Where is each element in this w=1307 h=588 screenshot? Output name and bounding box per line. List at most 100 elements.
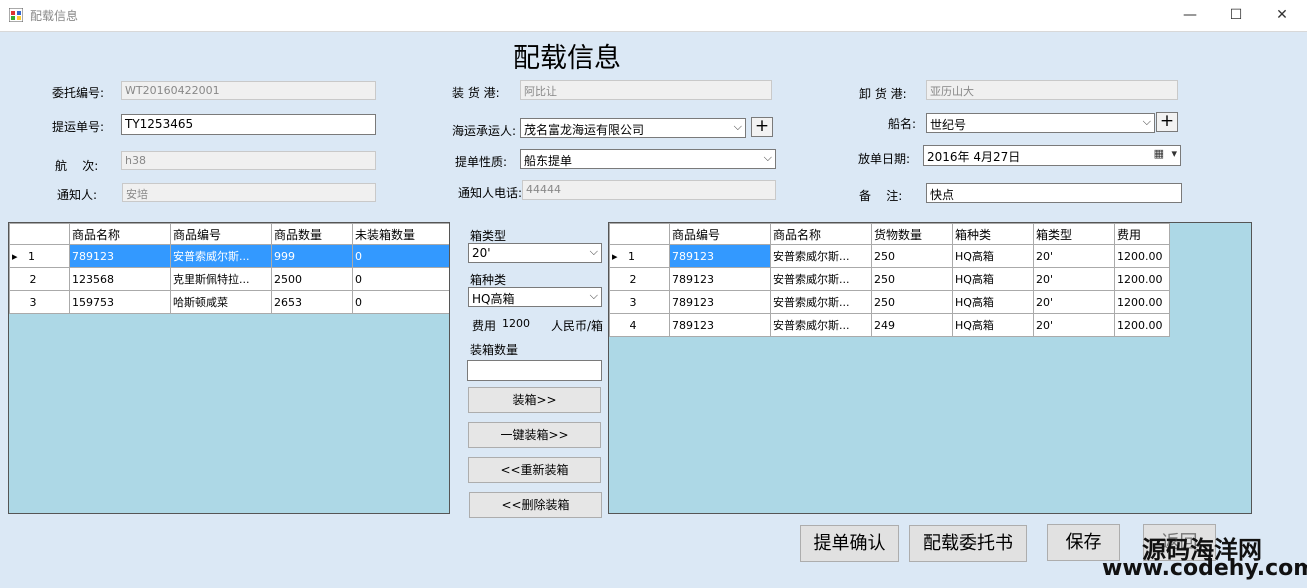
cell[interactable]: 1200.00 bbox=[1114, 244, 1170, 268]
discharge-port-field[interactable]: 亚历山大 bbox=[926, 80, 1178, 100]
row-header[interactable]: ▸ 1 bbox=[609, 244, 670, 268]
entrust-no-field[interactable]: WT20160422001 bbox=[121, 81, 376, 100]
carrier-value: 茂名富龙海运有限公司 bbox=[524, 123, 645, 137]
cell[interactable]: 999 bbox=[271, 244, 353, 268]
row-header[interactable]: 2 bbox=[9, 267, 70, 291]
packed-grid[interactable]: 商品编号 商品名称 货物数量 箱种类 箱类型 费用 ▸ 1 789123 安普索… bbox=[608, 222, 1252, 514]
cell[interactable]: 250 bbox=[871, 267, 953, 291]
add-ship-button[interactable]: + bbox=[1156, 112, 1178, 132]
notify-field[interactable]: 安培 bbox=[122, 183, 376, 202]
qty-label: 装箱数量 bbox=[470, 343, 519, 357]
header-goods-code[interactable]: 商品编号 bbox=[170, 223, 272, 245]
window-title: 配载信息 bbox=[30, 9, 79, 23]
cell[interactable]: 安普索威尔斯... bbox=[770, 290, 872, 314]
ship-value: 世纪号 bbox=[930, 118, 967, 132]
row-header[interactable]: ▸ 1 bbox=[9, 244, 70, 268]
entrust-no-label: 委托编号: bbox=[52, 86, 105, 100]
cell[interactable]: 20' bbox=[1033, 244, 1115, 268]
cell[interactable]: 0 bbox=[352, 244, 449, 268]
cell[interactable]: 250 bbox=[871, 244, 953, 268]
cell[interactable]: 20' bbox=[1033, 290, 1115, 314]
goods-grid[interactable]: 商品名称 商品编号 商品数量 未装箱数量 ▸ 1 789123 安普索威尔斯..… bbox=[8, 222, 450, 514]
row-header[interactable]: 2 bbox=[609, 267, 670, 291]
bl-type-select[interactable]: 船东提单 ⌵ bbox=[520, 149, 776, 169]
remark-input[interactable]: 快点 bbox=[926, 183, 1182, 203]
row-header[interactable]: 4 bbox=[609, 313, 670, 337]
box-kind-select[interactable]: HQ高箱 ⌵ bbox=[468, 287, 602, 307]
cell[interactable]: 789123 bbox=[669, 267, 771, 291]
load-port-label: 装 货 港: bbox=[452, 86, 500, 100]
table-row[interactable]: ▸ 1 789123 安普索威尔斯... 999 0 bbox=[9, 244, 449, 268]
ship-select[interactable]: 世纪号 ⌵ bbox=[926, 113, 1155, 133]
header-goods-name[interactable]: 商品名称 bbox=[69, 223, 171, 245]
box-kind-label: 箱种类 bbox=[470, 273, 507, 287]
repack-button[interactable]: <<重新装箱 bbox=[468, 457, 601, 483]
cell[interactable]: 安普索威尔斯... bbox=[770, 267, 872, 291]
minimize-button[interactable]: — bbox=[1167, 4, 1213, 26]
cell[interactable]: 安普索威尔斯... bbox=[770, 244, 872, 268]
add-carrier-button[interactable]: + bbox=[751, 117, 773, 137]
release-date-picker[interactable]: 2016年 4月27日 ▦ ▾ bbox=[923, 145, 1181, 166]
cell[interactable]: HQ高箱 bbox=[952, 290, 1034, 314]
cell[interactable]: 1200.00 bbox=[1114, 313, 1170, 337]
bl-no-input[interactable]: TY1253465 bbox=[121, 114, 376, 135]
cell[interactable]: HQ高箱 bbox=[952, 267, 1034, 291]
cell[interactable]: 0 bbox=[352, 290, 449, 314]
cell[interactable]: 克里斯佩特拉... bbox=[170, 267, 272, 291]
chevron-down-icon: ⌵ bbox=[589, 289, 598, 302]
carrier-select[interactable]: 茂名富龙海运有限公司 ⌵ bbox=[520, 118, 746, 138]
entrust-doc-button[interactable]: 配载委托书 bbox=[909, 525, 1027, 562]
cell[interactable]: 哈斯顿咸菜 bbox=[170, 290, 272, 314]
header-goods-name[interactable]: 商品名称 bbox=[770, 223, 872, 245]
pack-all-button[interactable]: 一键装箱>> bbox=[468, 422, 601, 448]
cell[interactable]: 20' bbox=[1033, 313, 1115, 337]
table-row[interactable]: 3 159753 哈斯顿咸菜 2653 0 bbox=[9, 290, 449, 314]
pack-button[interactable]: 装箱>> bbox=[468, 387, 601, 413]
cell[interactable]: 2500 bbox=[271, 267, 353, 291]
table-row[interactable]: 2 789123 安普索威尔斯... 250 HQ高箱 20' 1200.00 bbox=[609, 267, 1170, 291]
load-port-field[interactable]: 阿比让 bbox=[520, 80, 772, 100]
cell[interactable]: 789123 bbox=[69, 244, 171, 268]
cell[interactable]: 2653 bbox=[271, 290, 353, 314]
voyage-field[interactable]: h38 bbox=[121, 151, 376, 170]
table-row[interactable]: 4 789123 安普索威尔斯... 249 HQ高箱 20' 1200.00 bbox=[609, 313, 1170, 337]
cell[interactable]: HQ高箱 bbox=[952, 313, 1034, 337]
calendar-icon: ▦ bbox=[1153, 147, 1164, 160]
row-header[interactable]: 3 bbox=[609, 290, 670, 314]
cell[interactable]: 安普索威尔斯... bbox=[770, 313, 872, 337]
header-fee[interactable]: 费用 bbox=[1114, 223, 1170, 245]
header-goods-qty[interactable]: 商品数量 bbox=[271, 223, 353, 245]
box-type-select[interactable]: 20' ⌵ bbox=[468, 243, 602, 263]
watermark-url: www.codehy.com bbox=[1102, 556, 1307, 581]
table-row[interactable]: 2 123568 克里斯佩特拉... 2500 0 bbox=[9, 267, 449, 291]
chevron-down-icon: ⌵ bbox=[1142, 115, 1151, 128]
header-box-kind[interactable]: 箱种类 bbox=[952, 223, 1034, 245]
cell[interactable]: 789123 bbox=[669, 290, 771, 314]
maximize-button[interactable]: ☐ bbox=[1213, 4, 1259, 26]
cell[interactable]: 0 bbox=[352, 267, 449, 291]
cell[interactable]: 123568 bbox=[69, 267, 171, 291]
table-row[interactable]: 3 789123 安普索威尔斯... 250 HQ高箱 20' 1200.00 bbox=[609, 290, 1170, 314]
cell[interactable]: 159753 bbox=[69, 290, 171, 314]
notify-phone-label: 通知人电话: bbox=[458, 186, 523, 200]
delete-pack-button[interactable]: <<删除装箱 bbox=[469, 492, 602, 518]
header-unpacked-qty[interactable]: 未装箱数量 bbox=[352, 223, 449, 245]
cell[interactable]: 789123 bbox=[669, 244, 771, 268]
notify-phone-field[interactable]: 44444 bbox=[522, 180, 776, 200]
header-box-type[interactable]: 箱类型 bbox=[1033, 223, 1115, 245]
cell[interactable]: 20' bbox=[1033, 267, 1115, 291]
cell[interactable]: 1200.00 bbox=[1114, 290, 1170, 314]
qty-input[interactable] bbox=[467, 360, 602, 381]
cell[interactable]: 249 bbox=[871, 313, 953, 337]
confirm-bl-button[interactable]: 提单确认 bbox=[800, 525, 899, 562]
table-row[interactable]: ▸ 1 789123 安普索威尔斯... 250 HQ高箱 20' 1200.0… bbox=[609, 244, 1170, 268]
cell[interactable]: 789123 bbox=[669, 313, 771, 337]
close-button[interactable]: ✕ bbox=[1259, 4, 1305, 26]
cell[interactable]: 250 bbox=[871, 290, 953, 314]
header-cargo-qty[interactable]: 货物数量 bbox=[871, 223, 953, 245]
cell[interactable]: 1200.00 bbox=[1114, 267, 1170, 291]
row-header[interactable]: 3 bbox=[9, 290, 70, 314]
cell[interactable]: 安普索威尔斯... bbox=[170, 244, 272, 268]
header-goods-code[interactable]: 商品编号 bbox=[669, 223, 771, 245]
cell[interactable]: HQ高箱 bbox=[952, 244, 1034, 268]
